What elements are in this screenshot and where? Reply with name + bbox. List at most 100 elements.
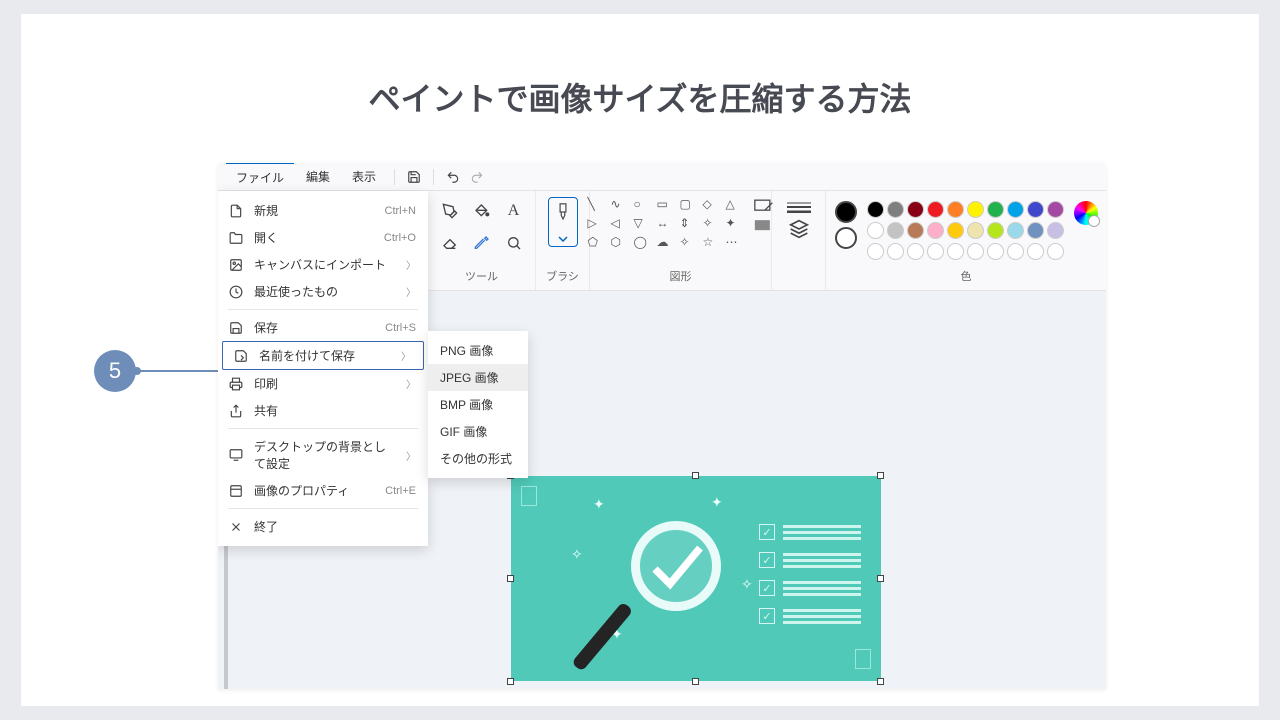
color-swatch[interactable]: [1047, 222, 1064, 239]
shape-outline-icon[interactable]: [754, 199, 774, 213]
shapes-grid[interactable]: ╲∿○▭▢◇△ ▷◁▽↔⇕✧✦ ⬠⬡◯☁✧☆⋯: [588, 197, 744, 249]
new-file-icon: [228, 203, 244, 219]
color-swatch[interactable]: [987, 201, 1004, 218]
chevron-right-icon: 〉: [406, 257, 416, 272]
color-swatch-empty[interactable]: [1007, 243, 1024, 260]
selected-image[interactable]: ✦ ✧ ✦ ✧ ✦ ✓ ✓ ✓ ✓: [511, 476, 881, 681]
color-swatch-empty[interactable]: [967, 243, 984, 260]
color-swatch-empty[interactable]: [907, 243, 924, 260]
menu-import[interactable]: キャンバスにインポート 〉: [218, 251, 428, 278]
color-swatch[interactable]: [867, 201, 884, 218]
menu-open[interactable]: 開く Ctrl+O: [218, 224, 428, 251]
edit-colors-icon[interactable]: [1074, 201, 1098, 225]
color-swatch[interactable]: [907, 201, 924, 218]
color-swatch-empty[interactable]: [987, 243, 1004, 260]
color-swatch[interactable]: [907, 222, 924, 239]
saveas-other[interactable]: その他の形式: [428, 445, 528, 472]
color-swatch[interactable]: [987, 222, 1004, 239]
chevron-right-icon: 〉: [401, 348, 411, 363]
group-shapes: ╲∿○▭▢◇△ ▷◁▽↔⇕✧✦ ⬠⬡◯☁✧☆⋯ 図形: [590, 191, 772, 290]
import-icon: [228, 257, 244, 273]
tools-label: ツール: [428, 268, 535, 284]
menu-share[interactable]: 共有: [218, 397, 428, 424]
save-icon: [228, 320, 244, 336]
stroke-width-icon[interactable]: [787, 201, 811, 213]
current-color-2[interactable]: [835, 227, 857, 249]
color-swatch-empty[interactable]: [947, 243, 964, 260]
color-swatch[interactable]: [1027, 201, 1044, 218]
saveas-gif[interactable]: GIF 画像: [428, 418, 528, 445]
menu-properties[interactable]: 画像のプロパティ Ctrl+E: [218, 477, 428, 504]
pencil-icon[interactable]: [436, 197, 464, 225]
fill-icon[interactable]: [468, 197, 496, 225]
save-as-icon: [233, 348, 249, 364]
menu-file[interactable]: ファイル: [226, 163, 294, 191]
selection-handle[interactable]: [877, 472, 884, 479]
chevron-right-icon: 〉: [406, 284, 416, 299]
menu-edit[interactable]: 編集: [296, 163, 340, 190]
saveas-bmp[interactable]: BMP 画像: [428, 391, 528, 418]
color-swatch[interactable]: [887, 222, 904, 239]
selection-handle[interactable]: [877, 678, 884, 685]
color-swatch[interactable]: [967, 201, 984, 218]
color-swatch[interactable]: [1047, 201, 1064, 218]
color-swatch-empty[interactable]: [867, 243, 884, 260]
group-colors: 色: [826, 191, 1106, 290]
shape-fill-icon[interactable]: [754, 219, 774, 233]
palette-row-empty[interactable]: [867, 243, 1064, 260]
folder-icon: [228, 230, 244, 246]
color-swatch-empty[interactable]: [927, 243, 944, 260]
saveas-png[interactable]: PNG 画像: [428, 337, 528, 364]
saveas-jpeg[interactable]: JPEG 画像: [428, 364, 528, 391]
color-swatch-empty[interactable]: [1047, 243, 1064, 260]
close-icon: [228, 519, 244, 535]
current-color-1[interactable]: [835, 201, 857, 223]
step-connector: [136, 370, 226, 372]
menu-save[interactable]: 保存 Ctrl+S: [218, 314, 428, 341]
menu-save-as[interactable]: 名前を付けて保存 〉: [222, 341, 424, 370]
properties-icon: [228, 483, 244, 499]
eraser-icon[interactable]: [436, 229, 464, 257]
menu-recent[interactable]: 最近使ったもの 〉: [218, 278, 428, 305]
palette-row-1[interactable]: [867, 201, 1064, 218]
menu-view[interactable]: 表示: [342, 163, 386, 190]
palette-row-2[interactable]: [867, 222, 1064, 239]
magnifier-icon[interactable]: [500, 229, 528, 257]
color-swatch-empty[interactable]: [887, 243, 904, 260]
selection-handle[interactable]: [692, 472, 699, 479]
color-swatch[interactable]: [947, 222, 964, 239]
magnifier-graphic: [631, 521, 721, 611]
menubar: ファイル 編集 表示: [218, 163, 1106, 191]
menu-print[interactable]: 印刷 〉: [218, 370, 428, 397]
menu-wallpaper[interactable]: デスクトップの背景として設定 〉: [218, 433, 428, 477]
selection-handle[interactable]: [692, 678, 699, 685]
step-badge: 5: [94, 350, 136, 392]
brush-dropdown[interactable]: [548, 197, 578, 247]
selection-handle[interactable]: [877, 575, 884, 582]
page-title: ペイントで画像サイズを圧縮する方法: [21, 74, 1259, 120]
color-swatch[interactable]: [947, 201, 964, 218]
undo-icon[interactable]: [442, 166, 464, 188]
selection-handle[interactable]: [507, 575, 514, 582]
color-swatch[interactable]: [1007, 222, 1024, 239]
checklist-graphic: ✓ ✓ ✓ ✓: [759, 524, 861, 624]
color-swatch[interactable]: [967, 222, 984, 239]
save-icon[interactable]: [403, 166, 425, 188]
redo-icon[interactable]: [466, 166, 488, 188]
layers-icon[interactable]: [789, 219, 809, 239]
selection-handle[interactable]: [507, 678, 514, 685]
menu-exit[interactable]: 終了: [218, 513, 428, 540]
color-swatch-empty[interactable]: [1027, 243, 1044, 260]
shapes-label: 図形: [590, 268, 771, 284]
color-swatch[interactable]: [1027, 222, 1044, 239]
brushes-label: ブラシ: [536, 268, 589, 284]
colors-label: 色: [826, 268, 1106, 284]
text-icon[interactable]: A: [500, 197, 528, 225]
color-swatch[interactable]: [867, 222, 884, 239]
menu-new[interactable]: 新規 Ctrl+N: [218, 197, 428, 224]
color-swatch[interactable]: [887, 201, 904, 218]
color-swatch[interactable]: [927, 201, 944, 218]
color-swatch[interactable]: [1007, 201, 1024, 218]
color-swatch[interactable]: [927, 222, 944, 239]
picker-icon[interactable]: [468, 229, 496, 257]
